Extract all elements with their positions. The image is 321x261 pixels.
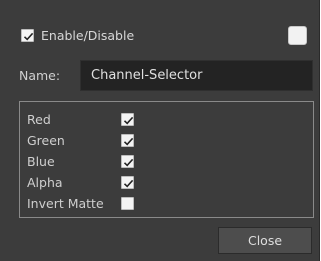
checkmark-icon bbox=[123, 116, 134, 125]
channel-label-invert-matte: Invert Matte bbox=[27, 196, 104, 211]
channel-label-blue: Blue bbox=[27, 154, 55, 169]
checkmark-icon bbox=[123, 158, 134, 167]
enable-disable-checkbox[interactable] bbox=[21, 29, 34, 42]
name-label: Name: bbox=[19, 68, 61, 83]
channel-checkbox-blue[interactable] bbox=[121, 155, 134, 168]
channel-row-invert-matte: Invert Matte bbox=[27, 196, 167, 211]
channel-row-blue: Blue bbox=[27, 154, 167, 169]
channel-selector-dialog: Enable/Disable Name: Channel-Selector Re… bbox=[0, 0, 320, 261]
channel-row-green: Green bbox=[27, 133, 167, 148]
channel-row-alpha: Alpha bbox=[27, 175, 167, 190]
checkmark-icon bbox=[123, 179, 134, 188]
channel-label-red: Red bbox=[27, 112, 51, 127]
channel-checkbox-invert-matte[interactable] bbox=[121, 197, 134, 210]
channel-label-alpha: Alpha bbox=[27, 175, 63, 190]
channel-label-green: Green bbox=[27, 133, 65, 148]
checkmark-icon bbox=[23, 32, 34, 41]
channel-checkbox-red[interactable] bbox=[121, 113, 134, 126]
color-swatch-button[interactable] bbox=[288, 26, 307, 45]
channel-row-red: Red bbox=[27, 112, 167, 127]
name-field[interactable]: Channel-Selector bbox=[80, 60, 313, 91]
checkmark-icon bbox=[123, 137, 134, 146]
enable-disable-label: Enable/Disable bbox=[41, 28, 135, 43]
channel-checkbox-green[interactable] bbox=[121, 134, 134, 147]
close-button[interactable]: Close bbox=[218, 227, 312, 254]
channel-checkbox-alpha[interactable] bbox=[121, 176, 134, 189]
channels-group: Red Green Blue Alpha Invert Matte bbox=[19, 101, 314, 218]
